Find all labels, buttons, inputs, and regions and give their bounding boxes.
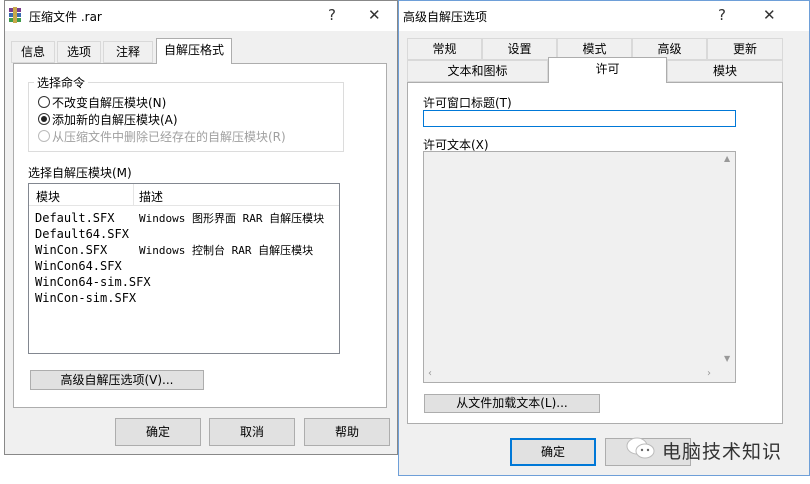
module-list[interactable]: 模块 描述 Default.SFX Windows 图形界面 RAR 自解压模块… [28,183,340,354]
list-header: 模块 描述 [29,184,339,206]
tab-general[interactable]: 常规 [407,38,482,60]
tab-setup[interactable]: 设置 [482,38,557,60]
list-item[interactable]: WinCon64-sim.SFX [35,275,151,289]
help-button[interactable]: 帮助 [304,418,390,446]
tab-info[interactable]: 信息 [11,41,55,63]
column-divider [133,184,134,206]
close-icon[interactable]: ✕ [368,5,381,25]
radio-keep-module-label[interactable]: 不改变自解压模块(N) [52,94,166,111]
sfx-dialog-titlebar: 压缩文件 .rar ? ✕ [5,1,397,31]
tab-module[interactable]: 模块 [667,60,783,82]
help-icon[interactable]: ? [328,5,336,25]
list-item-desc: Windows 图形界面 RAR 自解压模块 [139,212,325,225]
sfx-dialog-title: 压缩文件 .rar [29,10,102,24]
radio-remove-module [38,130,50,142]
column-header-module[interactable]: 模块 [36,188,60,205]
cancel-button[interactable]: 取消 [209,418,295,446]
winrar-icon [8,7,22,23]
list-item[interactable]: Default64.SFX [35,227,129,241]
scroll-right-icon[interactable]: › [707,368,711,379]
help-icon[interactable]: ? [718,5,726,25]
ok-button[interactable]: 确定 [510,438,596,466]
sfx-tab-panel: 选择命令 不改变自解压模块(N) 添加新的自解压模块(A) 从压缩文件中删除已经… [13,63,387,408]
radio-keep-module[interactable] [38,96,50,108]
watermark: 电脑技术知识 [626,432,806,466]
vertical-scrollbar[interactable]: ▲ ▼ [721,152,735,366]
license-text-area[interactable]: ▲ ▼ ‹ › [423,151,736,383]
sfx-dialog: 压缩文件 .rar ? ✕ 信息 选项 注释 自解压格式 选择命令 不改变自解压… [4,0,398,455]
scroll-down-icon[interactable]: ▼ [724,354,730,363]
module-list-label: 选择自解压模块(M) [28,166,132,180]
list-item[interactable]: WinCon64.SFX [35,259,122,273]
radio-remove-module-label: 从压缩文件中删除已经存在的自解压模块(R) [52,130,286,144]
license-title-input[interactable] [423,110,736,127]
advanced-sfx-dialog: 高级自解压选项 ? ✕ 常规 设置 模式 高级 更新 文本和图标 许可 模块 许… [398,0,810,476]
scroll-left-icon[interactable]: ‹ [428,368,432,379]
watermark-text: 电脑技术知识 [662,441,783,463]
radio-add-module-label[interactable]: 添加新的自解压模块(A) [52,111,178,128]
license-tab-panel: 许可窗口标题(T) 许可文本(X) ▲ ▼ ‹ › 从文件加载文本(L)... [407,82,783,424]
tab-update[interactable]: 更新 [707,38,783,60]
advanced-dialog-title: 高级自解压选项 [403,10,488,24]
tab-license[interactable]: 许可 [548,57,667,83]
load-text-from-file-button[interactable]: 从文件加载文本(L)... [424,394,600,413]
advanced-dialog-titlebar: 高级自解压选项 ? ✕ [399,1,809,31]
close-icon[interactable]: ✕ [763,5,776,25]
list-item[interactable]: WinCon-sim.SFX [35,291,136,305]
ok-button[interactable]: 确定 [115,418,201,446]
advanced-sfx-options-button[interactable]: 高级自解压选项(V)... [30,370,204,390]
tab-options[interactable]: 选项 [57,41,101,63]
list-item[interactable]: WinCon.SFX [35,243,107,257]
horizontal-scrollbar[interactable]: ‹ › [424,366,721,382]
tab-sfx[interactable]: 自解压格式 [156,38,232,64]
list-item-desc: Windows 控制台 RAR 自解压模块 [139,244,314,257]
radio-add-module[interactable] [38,113,50,125]
command-group-title: 选择命令 [34,74,89,91]
scroll-up-icon[interactable]: ▲ [724,154,730,163]
tab-comment[interactable]: 注释 [103,41,153,63]
license-title-label: 许可窗口标题(T) [423,96,512,110]
wechat-icon [626,436,656,462]
tab-text-and-icon[interactable]: 文本和图标 [407,60,548,82]
list-item[interactable]: Default.SFX [35,211,114,225]
column-header-desc[interactable]: 描述 [139,188,163,205]
